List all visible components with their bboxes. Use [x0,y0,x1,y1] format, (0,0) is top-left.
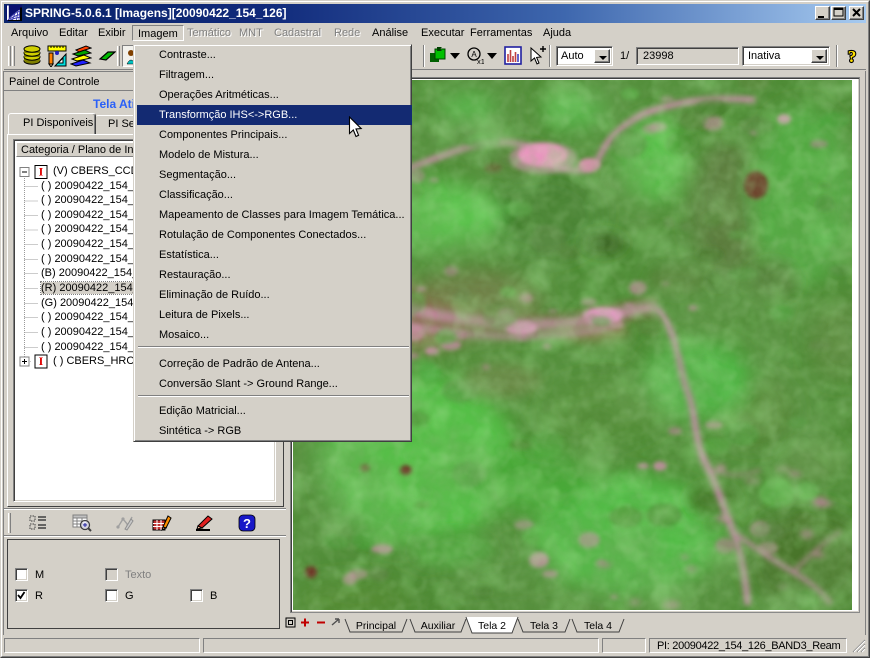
svg-text:I: I [39,354,44,368]
svg-text:?: ? [848,47,857,66]
svg-text:Tela 4: Tela 4 [584,620,612,632]
svg-text:I: I [39,165,44,179]
svg-text:Tela 3: Tela 3 [530,620,558,632]
svg-text:Principal: Principal [356,620,396,632]
svg-text:Tela 2: Tela 2 [478,620,506,632]
svg-text:x1: x1 [477,57,484,66]
svg-text:?: ? [243,516,251,531]
svg-text:Auxiliar: Auxiliar [421,620,456,632]
